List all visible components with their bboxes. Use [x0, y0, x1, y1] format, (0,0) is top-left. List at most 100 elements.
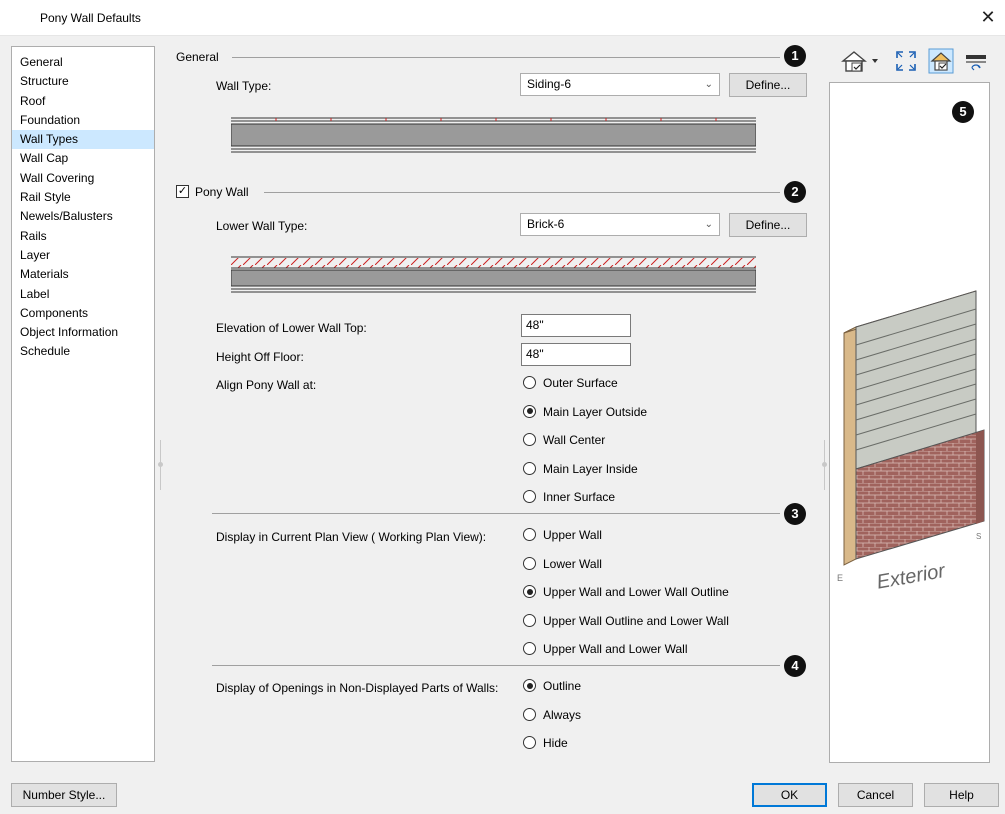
radio-circle-icon — [523, 556, 536, 570]
display-radio-label: Upper Wall and Lower Wall Outline — [543, 584, 729, 599]
lower-wall-type-preview — [231, 256, 756, 293]
wall-type-preview — [231, 117, 756, 153]
lower-wall-type-value: Brick-6 — [527, 217, 565, 231]
chevron-down-icon: ⌄ — [704, 79, 713, 90]
radio-circle-icon — [523, 461, 536, 475]
wall-preview-pane: 5 E S Exterior — [829, 82, 990, 763]
align-radio[interactable]: Main Layer Outside — [523, 404, 647, 422]
cancel-button[interactable]: Cancel — [838, 783, 913, 807]
display-radio-label: Lower Wall — [543, 556, 602, 571]
wall-type-label: Wall Type: — [216, 79, 272, 93]
align-radio[interactable]: Inner Surface — [523, 489, 615, 507]
update-preview-icon[interactable] — [928, 48, 954, 74]
radio-circle-icon — [523, 490, 536, 504]
ok-button[interactable]: OK — [752, 783, 827, 807]
callout-badge-1: 1 — [784, 45, 806, 67]
category-item[interactable]: Newels/Balusters — [12, 207, 154, 226]
display-radio[interactable]: Upper Wall Outline and Lower Wall — [523, 613, 729, 631]
category-item[interactable]: General — [12, 53, 154, 72]
display-radio[interactable]: Lower Wall — [523, 556, 602, 574]
category-item[interactable]: Wall Covering — [12, 169, 154, 188]
wall-type-value: Siding-6 — [527, 77, 572, 91]
help-button[interactable]: Help — [924, 783, 999, 807]
radio-circle-icon — [523, 404, 536, 418]
window-title: Pony Wall Defaults — [40, 11, 141, 25]
category-item[interactable]: Foundation — [12, 111, 154, 130]
fill-window-icon[interactable] — [893, 48, 919, 74]
align-radio-label: Main Layer Outside — [543, 404, 648, 419]
general-group-label: General — [176, 50, 219, 64]
wall-section-icon[interactable] — [963, 48, 989, 74]
align-radio[interactable]: Outer Surface — [523, 375, 618, 393]
display-radio-label: Upper Wall Outline and Lower Wall — [543, 613, 729, 628]
close-icon[interactable]: ✕ — [977, 6, 999, 28]
display-radio[interactable]: Upper Wall — [523, 527, 602, 545]
radio-circle-icon — [523, 679, 536, 693]
radio-circle-icon — [523, 736, 536, 750]
callout-badge-2: 2 — [784, 181, 806, 203]
pony-wall-label: Pony Wall — [195, 185, 249, 199]
openings-radio-label: Always — [543, 707, 582, 722]
radio-circle-icon — [523, 642, 536, 656]
pony-wall-checkbox[interactable]: ✓ — [176, 185, 189, 198]
align-radio-label: Inner Surface — [543, 489, 616, 504]
align-radio-label: Main Layer Inside — [543, 461, 638, 476]
category-item[interactable]: Roof — [12, 92, 154, 111]
openings-radio[interactable]: Always — [523, 707, 581, 725]
radio-circle-icon — [523, 433, 536, 447]
openings-group-line — [212, 665, 780, 666]
preview-right-marker: S — [976, 532, 982, 541]
openings-radio-label: Outline — [543, 678, 582, 693]
wall-3d-preview — [843, 290, 985, 566]
category-item[interactable]: Structure — [12, 72, 154, 91]
wall-type-define-button[interactable]: Define... — [729, 73, 807, 97]
callout-badge-3: 3 — [784, 503, 806, 525]
display-radio-label: Upper Wall — [543, 527, 602, 542]
splitter-left[interactable] — [158, 440, 163, 490]
category-item[interactable]: Rails — [12, 227, 154, 246]
align-radio[interactable]: Main Layer Inside — [523, 461, 638, 479]
radio-circle-icon — [523, 376, 536, 390]
align-radio-label: Wall Center — [543, 432, 606, 447]
number-style-button[interactable]: Number Style... — [11, 783, 117, 807]
general-group-line — [232, 57, 780, 58]
display-radio-label: Upper Wall and Lower Wall — [543, 641, 688, 656]
radio-circle-icon — [523, 528, 536, 542]
radio-circle-icon — [523, 585, 536, 599]
category-list[interactable]: General Structure Roof Foundation Wall Types… — [11, 46, 155, 762]
category-item[interactable]: Wall Cap — [12, 149, 154, 168]
title-bar: Pony Wall Defaults ✕ — [0, 0, 1005, 36]
display-group-line — [212, 513, 780, 514]
align-radio[interactable]: Wall Center — [523, 432, 605, 450]
lower-wall-type-label: Lower Wall Type: — [216, 219, 308, 233]
radio-circle-icon — [523, 613, 536, 627]
category-item[interactable]: Wall Types — [12, 130, 154, 150]
height-off-floor-input[interactable]: 48" — [521, 343, 631, 366]
openings-radio-label: Hide — [543, 735, 568, 750]
align-pony-wall-label: Align Pony Wall at: — [216, 378, 317, 392]
elevation-lower-wall-top-input[interactable]: 48" — [521, 314, 631, 337]
openings-radio[interactable]: Hide — [523, 735, 568, 753]
wall-type-select[interactable]: Siding-6 ⌄ — [520, 73, 720, 96]
lower-wall-type-define-button[interactable]: Define... — [729, 213, 807, 237]
display-radio[interactable]: Upper Wall and Lower Wall — [523, 641, 688, 659]
category-item[interactable]: Layer — [12, 246, 154, 265]
display-radio[interactable]: Upper Wall and Lower Wall Outline — [523, 584, 729, 602]
category-item[interactable]: Schedule — [12, 342, 154, 361]
view-mode-dropdown-icon[interactable] — [840, 48, 886, 74]
display-plan-view-label: Display in Current Plan View ( Working P… — [216, 530, 487, 544]
category-item[interactable]: Components — [12, 304, 154, 323]
chevron-down-icon: ⌄ — [704, 219, 713, 230]
callout-badge-4: 4 — [784, 655, 806, 677]
align-radio-label: Outer Surface — [543, 375, 618, 390]
pony-group-line — [264, 192, 780, 193]
elevation-lower-wall-top-label: Elevation of Lower Wall Top: — [216, 321, 367, 335]
category-item[interactable]: Object Information — [12, 323, 154, 342]
category-item[interactable]: Rail Style — [12, 188, 154, 207]
lower-wall-type-select[interactable]: Brick-6 ⌄ — [520, 213, 720, 236]
splitter-right[interactable] — [822, 440, 827, 490]
display-openings-label: Display of Openings in Non-Displayed Par… — [216, 681, 499, 695]
openings-radio[interactable]: Outline — [523, 678, 581, 696]
category-item[interactable]: Label — [12, 285, 154, 304]
category-item[interactable]: Materials — [12, 265, 154, 284]
